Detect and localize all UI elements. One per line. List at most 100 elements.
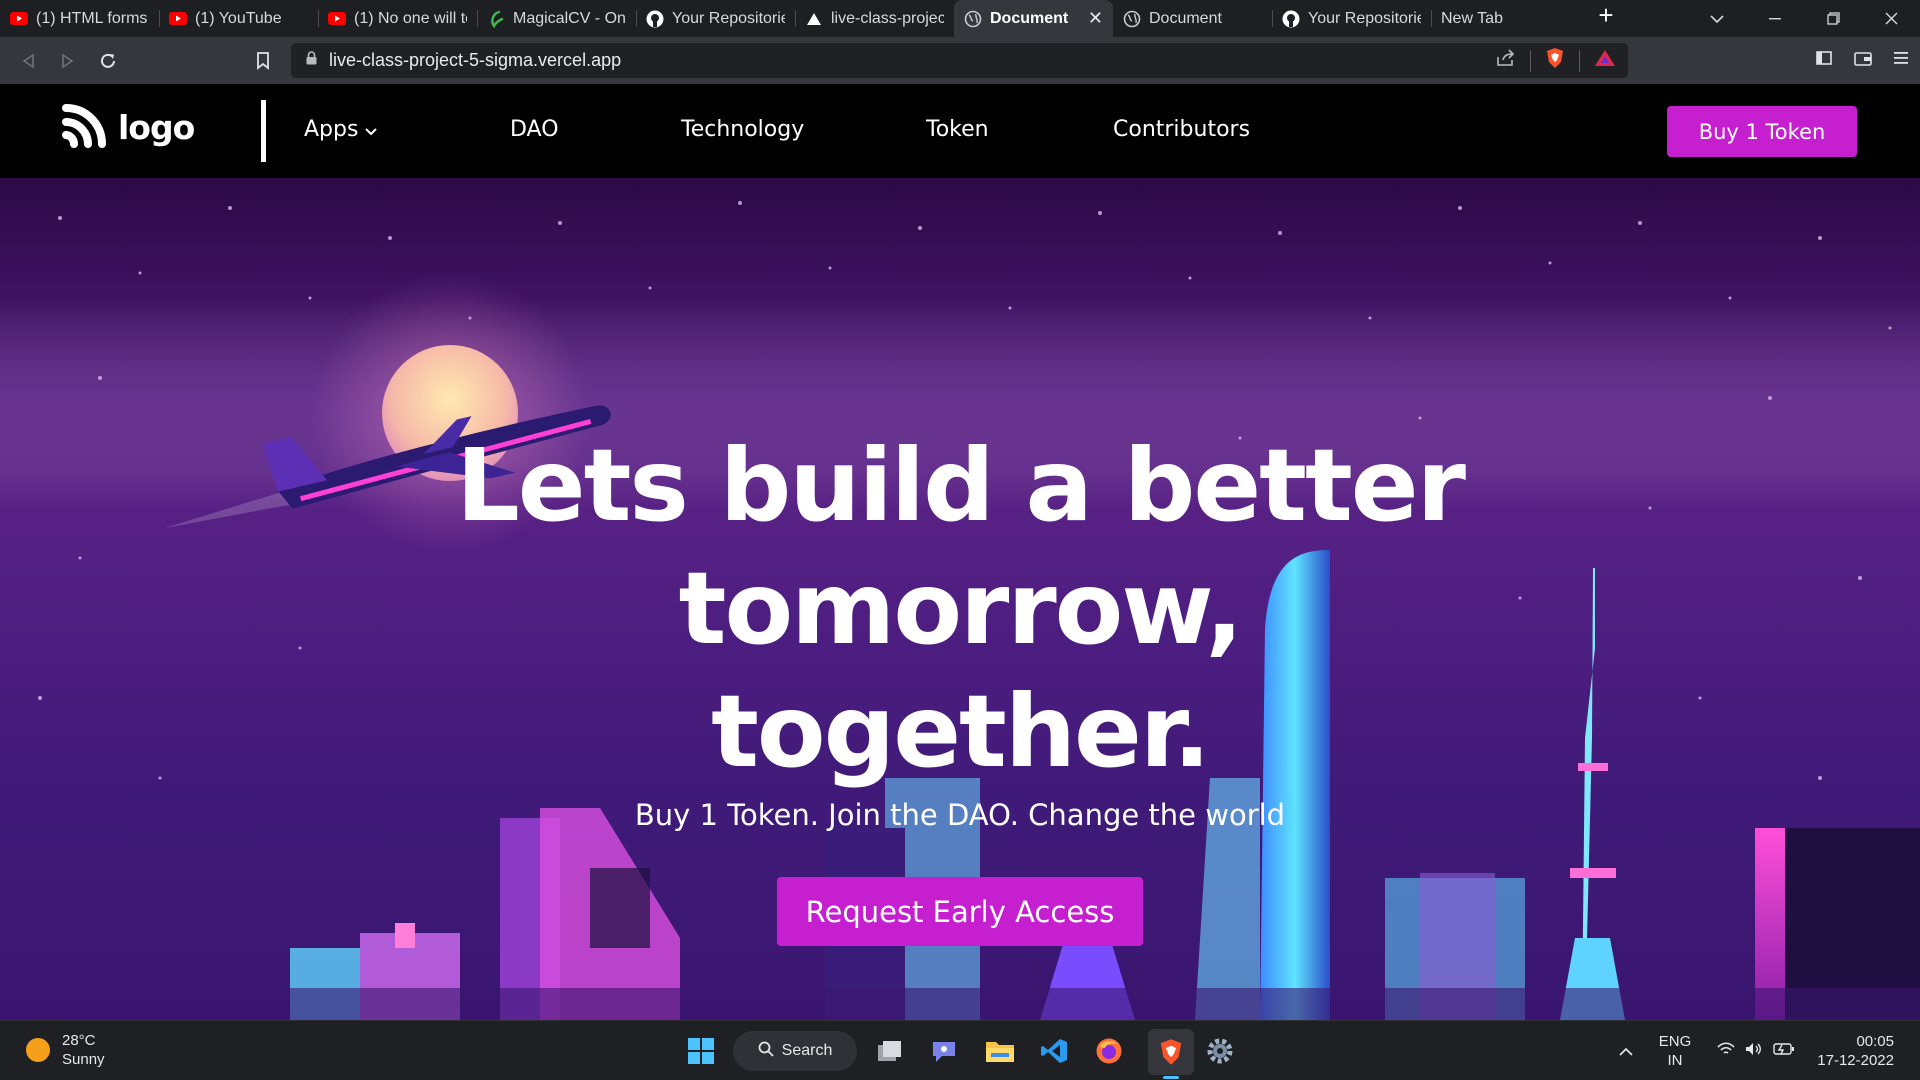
restore-icon[interactable]: [1804, 0, 1862, 37]
youtube-icon: [169, 10, 187, 28]
hero-title-line: tomorrow,: [678, 550, 1244, 667]
system-tray: ENG IN 00:05 17-12-2022: [1619, 1021, 1920, 1080]
wallet-icon[interactable]: [1854, 50, 1872, 71]
brave-browser-icon[interactable]: [1148, 1029, 1194, 1075]
nav-token[interactable]: Token: [926, 117, 989, 142]
close-window-icon[interactable]: [1862, 0, 1920, 37]
lock-icon: [306, 51, 317, 70]
globe-icon: [964, 10, 982, 28]
tab-label: Your Repositorie: [672, 9, 785, 27]
tab-label: (1) YouTube: [195, 9, 282, 27]
browser-tab[interactable]: New Tab: [1431, 0, 1581, 37]
firefox-icon[interactable]: [1093, 1035, 1125, 1067]
browser-tab[interactable]: live-class-project: [795, 0, 954, 37]
tab-search-chevron-icon[interactable]: [1688, 0, 1746, 37]
input-language[interactable]: ENG IN: [1659, 1032, 1692, 1070]
nav-dao[interactable]: DAO: [510, 117, 559, 142]
lang-line: ENG: [1658, 1033, 1692, 1050]
vscode-icon[interactable]: [1038, 1035, 1070, 1067]
windows-start-icon[interactable]: [685, 1035, 717, 1067]
logo-text: logo: [118, 108, 195, 147]
browser-tab[interactable]: (1) HTML forms a: [0, 0, 159, 37]
tab-label: MagicalCV - Onli: [513, 9, 626, 27]
volume-icon[interactable]: [1745, 1042, 1763, 1060]
toolbar-divider: [1579, 49, 1580, 72]
minimize-icon[interactable]: [1746, 0, 1804, 37]
close-tab-icon[interactable]: ✕: [1088, 8, 1103, 29]
globe-icon: [1123, 10, 1141, 28]
toolbar-divider: [1530, 49, 1531, 72]
tab-label: Document: [990, 9, 1069, 27]
browser-tab[interactable]: (1) YouTube: [159, 0, 318, 37]
taskbar-clock[interactable]: 00:05 17-12-2022: [1817, 1032, 1894, 1070]
share-icon[interactable]: [1496, 49, 1516, 72]
hero-section: Lets build a better tomorrow, together. …: [0, 178, 1920, 1020]
nav-apps-label: Apps: [304, 117, 359, 142]
battery-icon[interactable]: [1773, 1042, 1795, 1060]
address-bar[interactable]: live-class-project-5-sigma.vercel.app: [291, 43, 1628, 78]
magicalcv-icon: [487, 10, 505, 28]
url-text: live-class-project-5-sigma.vercel.app: [329, 50, 622, 70]
search-icon: [758, 1041, 774, 1062]
tab-label: Your Repositorie: [1308, 9, 1421, 27]
clock-date: 17-12-2022: [1817, 1052, 1894, 1069]
windows-taskbar: 28°C Sunny Search ENG IN 00:05 17-12-202…: [0, 1020, 1920, 1080]
browser-tab-active[interactable]: Document ✕: [954, 0, 1113, 37]
browser-tab[interactable]: Your Repositorie: [1272, 0, 1431, 37]
lang-line: IN: [1667, 1052, 1683, 1069]
weather-desc: Sunny: [62, 1051, 105, 1068]
new-tab-plus-icon[interactable]: +: [1581, 0, 1631, 37]
file-explorer-icon[interactable]: [984, 1035, 1016, 1067]
forward-icon[interactable]: [48, 41, 88, 81]
site-logo[interactable]: logo: [62, 102, 195, 153]
github-icon: [646, 10, 664, 28]
menu-icon[interactable]: [1894, 51, 1908, 70]
weather-temp: 28°C: [62, 1032, 96, 1049]
wifi-icon[interactable]: [1717, 1042, 1735, 1060]
active-app-indicator: [1163, 1076, 1179, 1079]
request-early-access-button[interactable]: Request Early Access: [777, 877, 1143, 946]
browser-tab[interactable]: MagicalCV - Onli: [477, 0, 636, 37]
hero-title-line: together.: [711, 673, 1211, 790]
clock-time: 00:05: [1856, 1033, 1894, 1050]
teams-chat-icon[interactable]: [928, 1035, 960, 1067]
github-icon: [1282, 10, 1300, 28]
search-label: Search: [781, 1042, 833, 1059]
brave-shields-icon[interactable]: [1545, 47, 1565, 74]
header-divider: [261, 100, 266, 162]
settings-gear-icon[interactable]: [1204, 1035, 1236, 1067]
rss-logo-icon: [62, 102, 108, 153]
sidebar-toggle-icon[interactable]: [1816, 51, 1832, 70]
tab-label: Document: [1149, 9, 1222, 27]
vercel-icon: [805, 10, 823, 28]
youtube-icon: [328, 10, 346, 28]
chevron-down-icon: [365, 117, 378, 142]
tab-label: New Tab: [1441, 9, 1503, 27]
browser-toolbar: live-class-project-5-sigma.vercel.app: [0, 37, 1920, 84]
tab-label: (1) No one will te: [354, 9, 467, 27]
browser-tab[interactable]: Your Repositorie: [636, 0, 795, 37]
browser-tab[interactable]: Document: [1113, 0, 1272, 37]
site-header: logo Apps DAO Technology Token Contribut…: [0, 84, 1920, 178]
hero-title-line: Lets build a better: [456, 427, 1466, 544]
nav-apps[interactable]: Apps: [304, 117, 378, 142]
tab-label: live-class-project: [831, 9, 944, 27]
nav-technology[interactable]: Technology: [681, 117, 804, 142]
weather-widget[interactable]: 28°C Sunny: [26, 1031, 105, 1069]
bookmark-icon[interactable]: [243, 41, 283, 81]
chevron-up-icon[interactable]: [1619, 1043, 1633, 1060]
browser-tab-strip: (1) HTML forms a (1) YouTube (1) No one …: [0, 0, 1920, 37]
hero-title: Lets build a better tomorrow, together.: [360, 424, 1560, 793]
nav-contributors[interactable]: Contributors: [1113, 117, 1250, 142]
tab-label: (1) HTML forms a: [36, 9, 149, 27]
youtube-icon: [10, 10, 28, 28]
hero-subtitle: Buy 1 Token. Join the DAO. Change the wo…: [634, 798, 1286, 832]
browser-tab[interactable]: (1) No one will te: [318, 0, 477, 37]
task-view-icon[interactable]: [874, 1035, 906, 1067]
brave-rewards-icon[interactable]: [1594, 49, 1616, 72]
sun-icon: [26, 1038, 50, 1062]
reload-icon[interactable]: [88, 41, 128, 81]
back-icon[interactable]: [8, 41, 48, 81]
buy-token-button[interactable]: Buy 1 Token: [1667, 106, 1857, 157]
taskbar-search[interactable]: Search: [733, 1031, 857, 1071]
